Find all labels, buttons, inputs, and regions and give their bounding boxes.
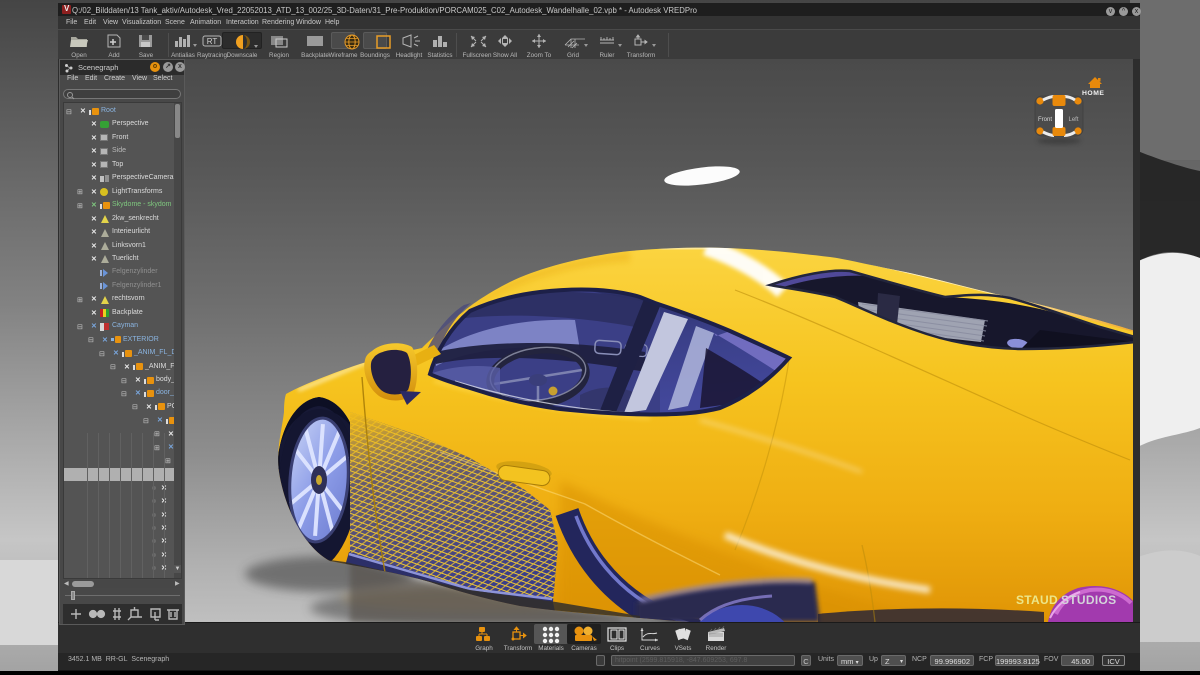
svg-text:STAUDSTUDIOS: STAUDSTUDIOS: [1016, 593, 1116, 607]
svg-text:Left: Left: [1069, 117, 1079, 123]
svg-text:HOME: HOME: [1082, 90, 1104, 97]
svg-text:Front: Front: [1038, 117, 1052, 123]
